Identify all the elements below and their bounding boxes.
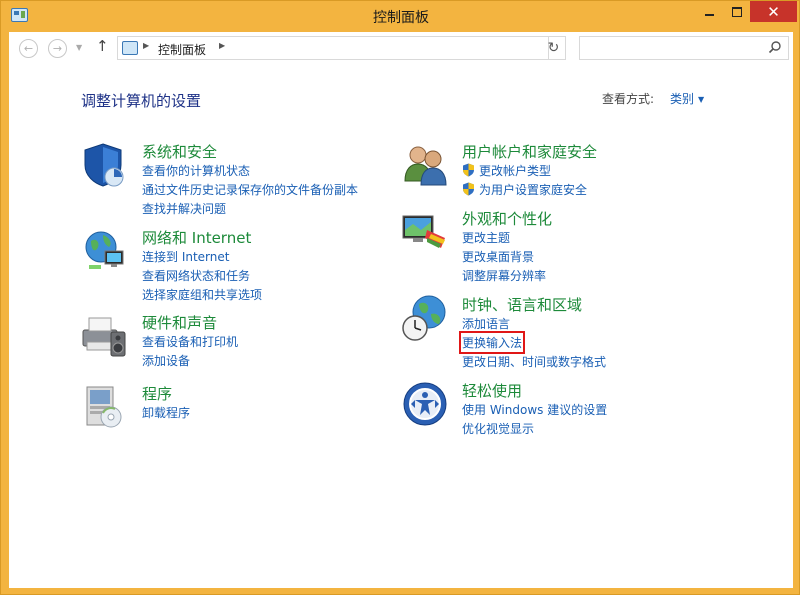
view-by-value[interactable]: 类别 [670, 92, 694, 106]
forward-button[interactable]: → [48, 39, 67, 58]
address-bar[interactable]: ▶ 控制面板 ▶ [117, 36, 549, 60]
link-file-history-backup[interactable]: 通过文件历史记录保存你的文件备份副本 [142, 181, 358, 198]
security-shield-icon[interactable] [81, 141, 129, 189]
link-desktop-background[interactable]: 更改桌面背景 [462, 248, 534, 265]
category-title[interactable]: 时钟、语言和区域 [462, 294, 582, 315]
printer-speaker-icon[interactable] [81, 312, 129, 360]
category-title[interactable]: 系统和安全 [142, 141, 217, 162]
view-by-label: 查看方式: [602, 92, 655, 106]
window-title: 控制面板 [373, 10, 429, 26]
users-icon[interactable] [401, 141, 449, 189]
up-button[interactable]: ↑ [96, 39, 109, 54]
link-network-status[interactable]: 查看网络状态和任务 [142, 267, 250, 284]
navigation-bar: ← → ▼ ↑ ▶ 控制面板 ▶ ↻ [9, 32, 793, 64]
category-title[interactable]: 程序 [142, 383, 172, 404]
title-bar[interactable]: 控制面板 ✕ [1, 1, 800, 31]
link-view-computer-status[interactable]: 查看你的计算机状态 [142, 162, 250, 179]
address-separator-icon[interactable]: ▶ [219, 41, 225, 50]
link-label[interactable]: 为用户设置家庭安全 [479, 183, 587, 197]
refresh-button[interactable]: ↻ [542, 36, 566, 60]
ease-of-access-icon[interactable] [401, 380, 449, 428]
category-title[interactable]: 轻松使用 [462, 380, 522, 401]
control-panel-window: 控制面板 ✕ ← → ▼ ↑ ▶ 控制面板 ▶ ↻ 调整计算机的设置 查看方式:… [0, 0, 800, 595]
uac-shield-icon [463, 163, 474, 177]
close-button[interactable]: ✕ [750, 1, 797, 22]
category-title[interactable]: 用户帐户和家庭安全 [462, 141, 597, 162]
category-title[interactable]: 外观和个性化 [462, 208, 552, 229]
link-optimize-visual-display[interactable]: 优化视觉显示 [462, 420, 534, 437]
uac-shield-icon [463, 182, 474, 196]
link-add-device[interactable]: 添加设备 [142, 352, 190, 369]
control-panel-address-icon [122, 41, 138, 55]
page-title: 调整计算机的设置 [81, 92, 202, 110]
appearance-monitor-icon[interactable] [401, 208, 449, 256]
link-devices-printers[interactable]: 查看设备和打印机 [142, 333, 238, 350]
main-content: 调整计算机的设置 查看方式: 类别 ▼ 系统和安全 查看你的计算机状态 通过文件历… [9, 64, 793, 588]
chevron-down-icon[interactable]: ▼ [698, 95, 704, 104]
link-add-language[interactable]: 添加语言 [462, 315, 510, 332]
link-change-input-method[interactable]: 更换输入法 [458, 331, 526, 354]
breadcrumb-control-panel[interactable]: 控制面板 [158, 41, 206, 58]
maximize-button[interactable] [723, 1, 750, 22]
category-title[interactable]: 网络和 Internet [142, 227, 251, 248]
link-uninstall-program[interactable]: 卸载程序 [142, 404, 190, 421]
link-date-time-format[interactable]: 更改日期、时间或数字格式 [462, 353, 606, 370]
link-screen-resolution[interactable]: 调整屏幕分辨率 [462, 267, 546, 284]
clock-globe-icon[interactable] [401, 294, 449, 342]
view-by-dropdown[interactable]: 类别 ▼ [670, 90, 704, 107]
recent-locations-chevron-down-icon[interactable]: ▼ [76, 43, 82, 52]
link-change-account-type[interactable]: 更改帐户类型 [462, 162, 551, 179]
category-title[interactable]: 硬件和声音 [142, 312, 217, 333]
address-separator-icon[interactable]: ▶ [143, 41, 149, 50]
search-input[interactable] [579, 36, 789, 60]
link-troubleshoot[interactable]: 查找并解决问题 [142, 200, 226, 217]
programs-box-icon[interactable] [81, 383, 129, 431]
link-connect-internet[interactable]: 连接到 Internet [142, 248, 229, 265]
link-family-safety[interactable]: 为用户设置家庭安全 [462, 181, 587, 198]
link-recommended-settings[interactable]: 使用 Windows 建议的设置 [462, 401, 607, 418]
link-change-theme[interactable]: 更改主题 [462, 229, 510, 246]
network-globe-icon[interactable] [81, 227, 129, 275]
minimize-button[interactable] [695, 1, 723, 22]
link-homegroup-sharing[interactable]: 选择家庭组和共享选项 [142, 286, 262, 303]
search-icon[interactable] [768, 40, 782, 54]
link-label[interactable]: 更改帐户类型 [479, 164, 551, 178]
back-button[interactable]: ← [19, 39, 38, 58]
